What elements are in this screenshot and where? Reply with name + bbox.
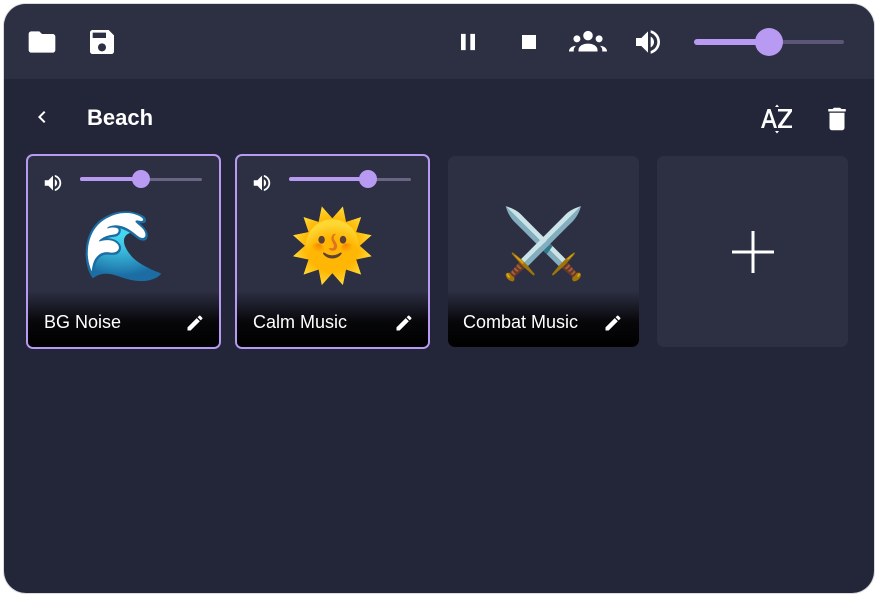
chevron-left-icon[interactable] — [30, 105, 54, 129]
sound-tile-combat-music[interactable]: ⚔️ Combat Music — [448, 156, 639, 347]
volume-icon[interactable] — [632, 26, 664, 58]
volume-icon[interactable] — [42, 172, 64, 194]
master-volume-slider[interactable] — [694, 28, 844, 56]
slider-fill — [289, 177, 369, 181]
sound-tile-bg-noise[interactable]: 🌊 BG Noise — [26, 154, 221, 349]
players-icon[interactable] — [569, 26, 607, 58]
pencil-icon[interactable] — [603, 313, 623, 333]
tile-footer: BG Noise — [28, 291, 219, 347]
scene-header: Beach — [4, 79, 874, 155]
tile-name: Calm Music — [253, 312, 348, 332]
tile-volume-slider[interactable] — [80, 170, 202, 188]
tile-footer: Calm Music — [237, 291, 428, 347]
crossed-swords-icon: ⚔️ — [501, 206, 586, 282]
save-icon[interactable] — [86, 26, 118, 58]
tile-name: BG Noise — [44, 312, 122, 332]
tile-name: Combat Music — [463, 312, 579, 332]
trash-icon[interactable] — [822, 103, 852, 135]
sun-icon: 🌞 — [290, 208, 375, 284]
plus-icon — [730, 229, 776, 275]
pause-icon[interactable] — [454, 28, 482, 56]
sort-az-icon[interactable] — [760, 103, 794, 135]
wave-icon: 🌊 — [81, 208, 166, 284]
tile-volume-slider[interactable] — [289, 170, 411, 188]
app-window: Beach 🌊 BG Noise 🌞 Calm Music ⚔️ Combat … — [4, 4, 874, 593]
scene-title: Beach — [87, 105, 154, 130]
volume-icon[interactable] — [251, 172, 273, 194]
pencil-icon[interactable] — [394, 313, 414, 333]
slider-thumb[interactable] — [359, 170, 378, 188]
stop-icon[interactable] — [515, 28, 543, 56]
slider-thumb[interactable] — [755, 28, 783, 56]
top-toolbar — [4, 4, 874, 79]
sound-tile-calm-music[interactable]: 🌞 Calm Music — [235, 154, 430, 349]
slider-thumb[interactable] — [132, 170, 150, 188]
pencil-icon[interactable] — [185, 313, 205, 333]
folder-icon[interactable] — [26, 26, 58, 58]
add-sound-button[interactable] — [657, 156, 848, 347]
tile-footer: Combat Music — [448, 291, 639, 347]
